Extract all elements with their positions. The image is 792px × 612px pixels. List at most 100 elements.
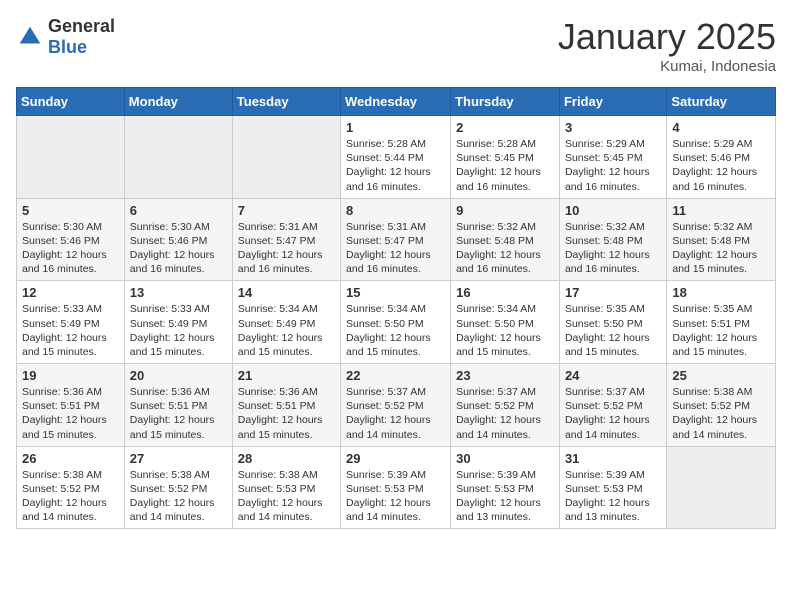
day-info: Sunrise: 5:29 AM Sunset: 5:46 PM Dayligh… bbox=[672, 137, 770, 194]
day-info: Sunrise: 5:33 AM Sunset: 5:49 PM Dayligh… bbox=[130, 302, 227, 359]
calendar-cell: 28Sunrise: 5:38 AM Sunset: 5:53 PM Dayli… bbox=[232, 446, 340, 529]
day-info: Sunrise: 5:34 AM Sunset: 5:50 PM Dayligh… bbox=[346, 302, 445, 359]
calendar-table: SundayMondayTuesdayWednesdayThursdayFrid… bbox=[16, 87, 776, 529]
day-info: Sunrise: 5:33 AM Sunset: 5:49 PM Dayligh… bbox=[22, 302, 119, 359]
calendar-subtitle: Kumai, Indonesia bbox=[558, 58, 776, 75]
calendar-cell: 27 Sunrise: 5:38 AM Sunset: 5:52 PM Dayli… bbox=[124, 446, 232, 529]
day-number: 30 bbox=[456, 451, 554, 466]
day-info: Sunrise: 5:32 AM Sunset: 5:48 PM Dayligh… bbox=[456, 220, 554, 277]
calendar-cell bbox=[232, 116, 340, 199]
calendar-cell: 20 Sunrise: 5:36 AM Sunset: 5:51 PM Dayli… bbox=[124, 364, 232, 447]
calendar-cell: 6 Sunrise: 5:30 AM Sunset: 5:46 PM Daylig… bbox=[124, 198, 232, 281]
weekday-header-sunday: Sunday bbox=[17, 88, 125, 116]
day-number: 22 bbox=[346, 368, 445, 383]
day-info: Sunrise: 5:37 AM Sunset: 5:52 PM Dayligh… bbox=[346, 385, 445, 442]
day-number: 11 bbox=[672, 203, 770, 218]
title-block: January 2025 Kumai, Indonesia bbox=[558, 16, 776, 75]
day-info: Sunrise: 5:28 AM Sunset: 5:44 PM Dayligh… bbox=[346, 137, 445, 194]
calendar-cell: 30Sunrise: 5:39 AM Sunset: 5:53 PM Dayli… bbox=[451, 446, 560, 529]
calendar-cell: 15 Sunrise: 5:34 AM Sunset: 5:50 PM Dayli… bbox=[341, 281, 451, 364]
logo-general-text: General bbox=[48, 16, 115, 36]
weekday-header-tuesday: Tuesday bbox=[232, 88, 340, 116]
day-info: Sunrise: 5:31 AM Sunset: 5:47 PM Dayligh… bbox=[238, 220, 335, 277]
day-info: Sunrise: 5:38 AM Sunset: 5:53 PM Dayligh… bbox=[238, 468, 335, 525]
day-number: 15 bbox=[346, 285, 445, 300]
day-number: 25 bbox=[672, 368, 770, 383]
day-info: Sunrise: 5:30 AM Sunset: 5:46 PM Dayligh… bbox=[22, 220, 119, 277]
day-number: 18 bbox=[672, 285, 770, 300]
day-number: 27 bbox=[130, 451, 227, 466]
calendar-cell: 31Sunrise: 5:39 AM Sunset: 5:53 PM Dayli… bbox=[559, 446, 666, 529]
calendar-cell: 16Sunrise: 5:34 AM Sunset: 5:50 PM Dayli… bbox=[451, 281, 560, 364]
weekday-header-saturday: Saturday bbox=[667, 88, 776, 116]
calendar-cell: 2 Sunrise: 5:28 AM Sunset: 5:45 PM Daylig… bbox=[451, 116, 560, 199]
day-number: 17 bbox=[565, 285, 661, 300]
day-info: Sunrise: 5:32 AM Sunset: 5:48 PM Dayligh… bbox=[565, 220, 661, 277]
day-number: 1 bbox=[346, 120, 445, 135]
day-number: 8 bbox=[346, 203, 445, 218]
day-info: Sunrise: 5:36 AM Sunset: 5:51 PM Dayligh… bbox=[238, 385, 335, 442]
day-number: 2 bbox=[456, 120, 554, 135]
calendar-cell: 12Sunrise: 5:33 AM Sunset: 5:49 PM Dayli… bbox=[17, 281, 125, 364]
calendar-cell bbox=[17, 116, 125, 199]
week-row-5: 26Sunrise: 5:38 AM Sunset: 5:52 PM Dayli… bbox=[17, 446, 776, 529]
calendar-cell bbox=[667, 446, 776, 529]
calendar-cell: 23Sunrise: 5:37 AM Sunset: 5:52 PM Dayli… bbox=[451, 364, 560, 447]
calendar-cell: 19 Sunrise: 5:36 AM Sunset: 5:51 PM Dayli… bbox=[17, 364, 125, 447]
day-info: Sunrise: 5:38 AM Sunset: 5:52 PM Dayligh… bbox=[672, 385, 770, 442]
day-number: 7 bbox=[238, 203, 335, 218]
day-number: 9 bbox=[456, 203, 554, 218]
calendar-cell: 9 Sunrise: 5:32 AM Sunset: 5:48 PM Daylig… bbox=[451, 198, 560, 281]
day-info: Sunrise: 5:38 AM Sunset: 5:52 PM Dayligh… bbox=[130, 468, 227, 525]
logo: General Blue bbox=[16, 16, 115, 58]
weekday-header-monday: Monday bbox=[124, 88, 232, 116]
weekday-header-wednesday: Wednesday bbox=[341, 88, 451, 116]
day-info: Sunrise: 5:39 AM Sunset: 5:53 PM Dayligh… bbox=[565, 468, 661, 525]
calendar-cell: 5 Sunrise: 5:30 AM Sunset: 5:46 PM Daylig… bbox=[17, 198, 125, 281]
day-info: Sunrise: 5:30 AM Sunset: 5:46 PM Dayligh… bbox=[130, 220, 227, 277]
calendar-cell: 13 Sunrise: 5:33 AM Sunset: 5:49 PM Dayli… bbox=[124, 281, 232, 364]
day-info: Sunrise: 5:36 AM Sunset: 5:51 PM Dayligh… bbox=[22, 385, 119, 442]
calendar-cell: 11 Sunrise: 5:32 AM Sunset: 5:48 PM Dayli… bbox=[667, 198, 776, 281]
weekday-header-thursday: Thursday bbox=[451, 88, 560, 116]
calendar-cell: 18 Sunrise: 5:35 AM Sunset: 5:51 PM Dayli… bbox=[667, 281, 776, 364]
day-number: 10 bbox=[565, 203, 661, 218]
calendar-cell: 22 Sunrise: 5:37 AM Sunset: 5:52 PM Dayli… bbox=[341, 364, 451, 447]
day-info: Sunrise: 5:37 AM Sunset: 5:52 PM Dayligh… bbox=[565, 385, 661, 442]
weekday-header-friday: Friday bbox=[559, 88, 666, 116]
week-row-1: 1 Sunrise: 5:28 AM Sunset: 5:44 PM Daylig… bbox=[17, 116, 776, 199]
day-number: 14 bbox=[238, 285, 335, 300]
day-info: Sunrise: 5:36 AM Sunset: 5:51 PM Dayligh… bbox=[130, 385, 227, 442]
day-number: 23 bbox=[456, 368, 554, 383]
day-info: Sunrise: 5:28 AM Sunset: 5:45 PM Dayligh… bbox=[456, 137, 554, 194]
day-info: Sunrise: 5:32 AM Sunset: 5:48 PM Dayligh… bbox=[672, 220, 770, 277]
weekday-header-row: SundayMondayTuesdayWednesdayThursdayFrid… bbox=[17, 88, 776, 116]
day-info: Sunrise: 5:29 AM Sunset: 5:45 PM Dayligh… bbox=[565, 137, 661, 194]
day-number: 13 bbox=[130, 285, 227, 300]
calendar-cell: 4 Sunrise: 5:29 AM Sunset: 5:46 PM Daylig… bbox=[667, 116, 776, 199]
logo-icon bbox=[16, 23, 44, 51]
calendar-cell: 17 Sunrise: 5:35 AM Sunset: 5:50 PM Dayli… bbox=[559, 281, 666, 364]
day-number: 24 bbox=[565, 368, 661, 383]
calendar-cell: 24 Sunrise: 5:37 AM Sunset: 5:52 PM Dayli… bbox=[559, 364, 666, 447]
week-row-4: 19 Sunrise: 5:36 AM Sunset: 5:51 PM Dayli… bbox=[17, 364, 776, 447]
day-info: Sunrise: 5:38 AM Sunset: 5:52 PM Dayligh… bbox=[22, 468, 119, 525]
day-info: Sunrise: 5:39 AM Sunset: 5:53 PM Dayligh… bbox=[346, 468, 445, 525]
calendar-cell bbox=[124, 116, 232, 199]
day-info: Sunrise: 5:35 AM Sunset: 5:50 PM Dayligh… bbox=[565, 302, 661, 359]
logo-blue-text: Blue bbox=[48, 37, 87, 57]
day-number: 20 bbox=[130, 368, 227, 383]
calendar-cell: 29 Sunrise: 5:39 AM Sunset: 5:53 PM Dayli… bbox=[341, 446, 451, 529]
day-number: 3 bbox=[565, 120, 661, 135]
page-header: General Blue January 2025 Kumai, Indones… bbox=[16, 16, 776, 75]
day-info: Sunrise: 5:31 AM Sunset: 5:47 PM Dayligh… bbox=[346, 220, 445, 277]
calendar-cell: 25 Sunrise: 5:38 AM Sunset: 5:52 PM Dayli… bbox=[667, 364, 776, 447]
day-number: 29 bbox=[346, 451, 445, 466]
day-info: Sunrise: 5:35 AM Sunset: 5:51 PM Dayligh… bbox=[672, 302, 770, 359]
day-number: 4 bbox=[672, 120, 770, 135]
day-number: 5 bbox=[22, 203, 119, 218]
calendar-cell: 3 Sunrise: 5:29 AM Sunset: 5:45 PM Daylig… bbox=[559, 116, 666, 199]
calendar-cell: 1 Sunrise: 5:28 AM Sunset: 5:44 PM Daylig… bbox=[341, 116, 451, 199]
day-number: 6 bbox=[130, 203, 227, 218]
day-number: 19 bbox=[22, 368, 119, 383]
